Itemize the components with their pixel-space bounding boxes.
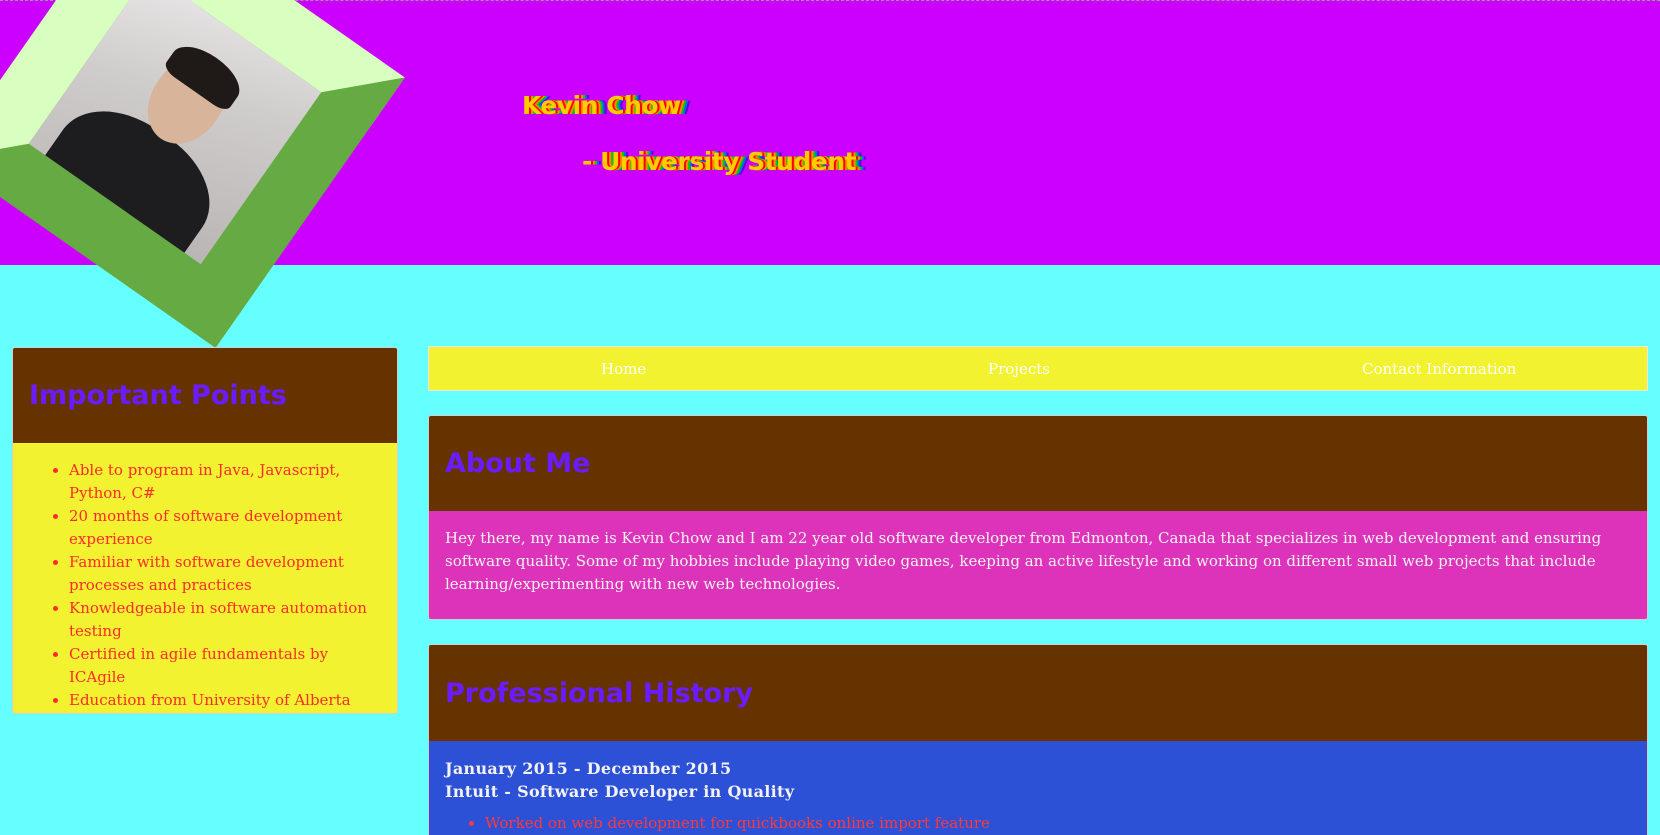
history-title: Professional History (445, 677, 754, 709)
important-points-list: Able to program in Java, Javascript, Pyt… (29, 459, 381, 712)
important-points-panel: Important Points Able to program in Java… (12, 347, 398, 714)
list-item: Education from University of Alberta (69, 689, 381, 712)
main-nav: Home Projects Contact Information (428, 346, 1648, 391)
history-panel: Professional History January 2015 - Dece… (428, 644, 1648, 835)
about-text: Hey there, my name is Kevin Chow and I a… (429, 511, 1647, 619)
about-header: About Me (429, 416, 1647, 511)
history-body: January 2015 - December 2015 Intuit - So… (429, 741, 1647, 835)
about-title: About Me (445, 448, 591, 479)
important-points-body: Able to program in Java, Javascript, Pyt… (13, 443, 397, 713)
avatar (0, 0, 405, 348)
important-points-title: Important Points (29, 380, 287, 411)
nav-projects-link[interactable]: Projects (988, 347, 1050, 392)
list-item: Certified in agile fundamentals by ICAgi… (69, 643, 381, 689)
job-position: Intuit - Software Developer in Quality (445, 782, 795, 801)
list-item: 20 months of software development experi… (69, 505, 381, 551)
list-item: Familiar with software development proce… (69, 551, 381, 597)
list-item: Knowledgeable in software automation tes… (69, 597, 381, 643)
important-points-header: Important Points (13, 348, 397, 443)
page-header: Kevin Chow - University Student (0, 0, 1660, 348)
header-role: - University Student (582, 147, 857, 176)
nav-home-link[interactable]: Home (601, 347, 646, 392)
header-name: Kevin Chow (522, 91, 681, 120)
list-item: Worked on web development for quickbooks… (485, 812, 1631, 835)
job-dates: January 2015 - December 2015 (445, 759, 732, 778)
job-bullets: Worked on web development for quickbooks… (445, 812, 1631, 835)
list-item: Able to program in Java, Javascript, Pyt… (69, 459, 381, 505)
history-header: Professional History (429, 645, 1647, 741)
nav-contact-link[interactable]: Contact Information (1362, 347, 1516, 392)
about-panel: About Me Hey there, my name is Kevin Cho… (428, 415, 1648, 620)
